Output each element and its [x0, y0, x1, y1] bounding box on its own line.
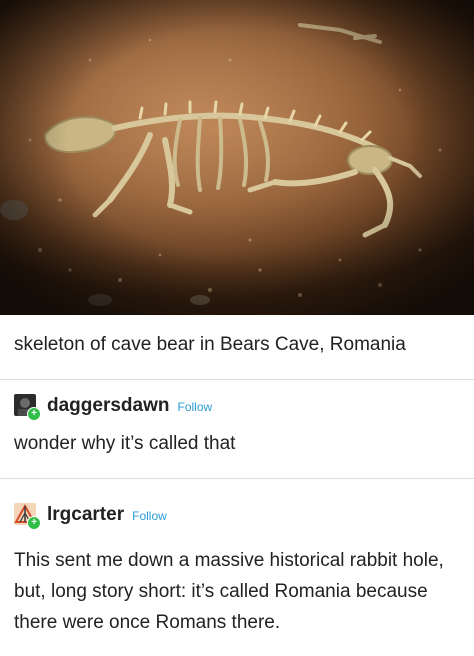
post-text: This sent me down a massive historical r… [14, 550, 444, 633]
plus-badge-icon: + [27, 516, 41, 530]
cave-bear-skeleton-image [0, 0, 474, 315]
photo [0, 0, 474, 315]
plus-badge-icon: + [27, 407, 41, 421]
post-header: + lrgcarter Follow [14, 479, 460, 535]
post-daggersdawn: + daggersdawn Follow wonder why it’s cal… [0, 380, 474, 478]
follow-button[interactable]: Follow [132, 509, 167, 523]
avatar[interactable]: + [14, 503, 41, 530]
post-text: wonder why it’s called that [14, 433, 236, 454]
caption: skeleton of cave bear in Bears Cave, Rom… [14, 334, 406, 355]
post-lrgcarter: + lrgcarter Follow This sent me down a m… [0, 479, 474, 638]
post-header: + daggersdawn Follow [14, 380, 460, 426]
avatar[interactable]: + [14, 394, 41, 421]
username[interactable]: daggersdawn [47, 395, 169, 417]
username[interactable]: lrgcarter [47, 504, 124, 526]
follow-button[interactable]: Follow [177, 400, 212, 414]
